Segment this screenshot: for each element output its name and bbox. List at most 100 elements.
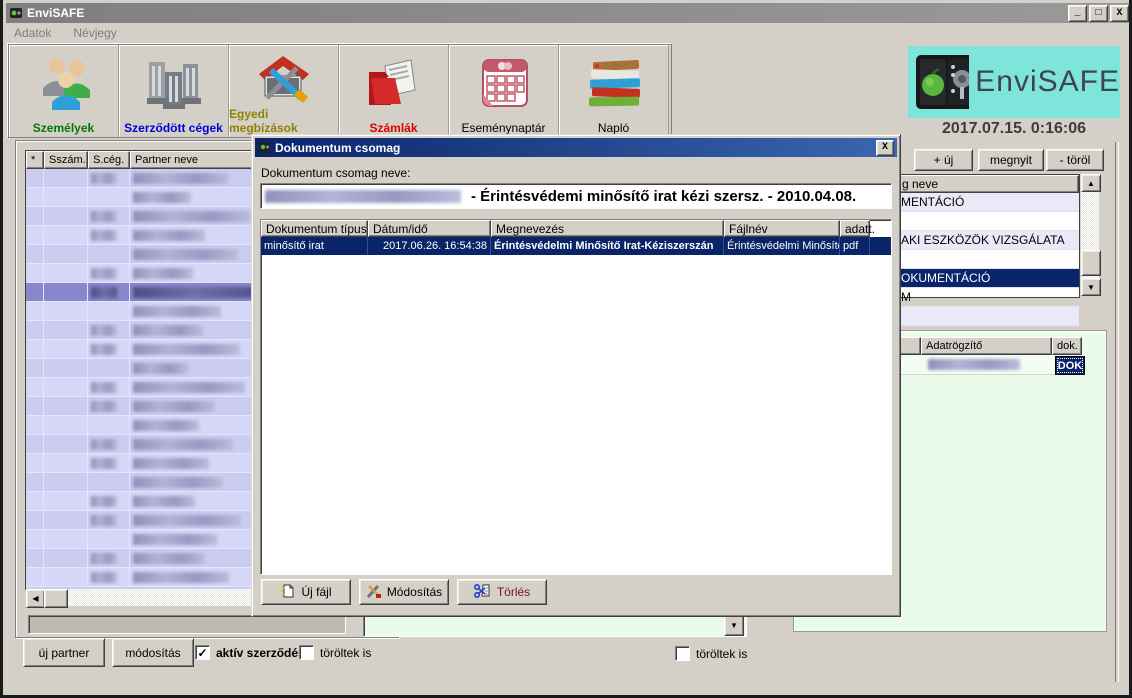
dialog-col-header[interactable]: Dátum/idő xyxy=(368,220,491,237)
toolbar-button-invoices-folder[interactable]: Számlák xyxy=(339,45,449,137)
dialog-col-header[interactable]: Dokumentum típus xyxy=(261,220,368,237)
scroll-left-arrow-icon[interactable]: ◀ xyxy=(26,589,45,608)
cell xyxy=(88,549,130,568)
package-name-field[interactable]: - Érintésvédemi minősítő irat kézi szers… xyxy=(260,183,892,209)
dialog-safe-icon xyxy=(258,141,271,154)
package-list-vscrollbar[interactable]: ▲ ▼ xyxy=(1081,174,1099,296)
cell xyxy=(88,207,130,226)
new-package-button[interactable]: + új xyxy=(914,149,973,171)
redacted-text xyxy=(133,325,203,336)
app-safe-icon xyxy=(9,6,23,20)
redacted-text xyxy=(91,382,117,393)
right-edge-groove xyxy=(1115,142,1119,682)
toolbar-button-house-tools[interactable]: Egyedi megbízások xyxy=(229,45,339,137)
cell xyxy=(44,359,88,378)
dialog-file-table[interactable]: Dokumentum típusDátum/időMegnevezésFájln… xyxy=(260,219,892,575)
redacted-text xyxy=(133,572,229,583)
partners-col-header[interactable]: Sszám. xyxy=(44,151,88,169)
dialog-buttons: Új fájl Módosítás Törlés xyxy=(261,579,547,605)
cell xyxy=(88,359,130,378)
toolbar-button-buildings[interactable]: Szerződött cégek xyxy=(119,45,229,137)
redacted-text xyxy=(91,211,117,222)
dialog-col-header[interactable]: adatt. xyxy=(840,220,870,237)
cell xyxy=(26,473,44,492)
dialog-col-header[interactable]: Megnevezés xyxy=(491,220,724,237)
cell xyxy=(26,188,44,207)
combobox-dropdown-arrow-icon[interactable]: ▼ xyxy=(724,615,744,636)
deleted-too-left-checkbox[interactable]: töröltek is xyxy=(299,645,371,660)
button-label: Törlés xyxy=(497,585,530,599)
redacted-text xyxy=(91,572,117,583)
cell xyxy=(88,169,130,188)
menu-nevjegy[interactable]: Névjegy xyxy=(73,26,116,40)
cell xyxy=(26,454,44,473)
vscroll-thumb[interactable] xyxy=(1081,250,1101,276)
cell xyxy=(26,169,44,188)
window-titlebar[interactable]: EnviSAFE _ □ X xyxy=(6,3,1132,23)
modify-partner-button[interactable]: módosítás xyxy=(112,638,194,667)
redacted-text xyxy=(133,173,229,184)
hscroll-thumb[interactable] xyxy=(44,589,68,608)
cell xyxy=(88,435,130,454)
safe-logo-icon xyxy=(914,51,969,113)
dialog-table-header: Dokumentum típusDátum/időMegnevezésFájln… xyxy=(261,220,891,237)
calendar-icon xyxy=(475,45,533,121)
dialog-col-header[interactable]: Fájlnév xyxy=(724,220,840,237)
cell xyxy=(44,226,88,245)
menu-adatok[interactable]: Adatok xyxy=(14,26,51,40)
partners-col-header[interactable]: * xyxy=(26,151,44,169)
cell xyxy=(88,530,130,549)
cell: 2017.06.26. 16:54:38 xyxy=(368,237,491,255)
active-contract-checkbox[interactable]: ✓ aktív szerződés xyxy=(195,645,305,660)
toolbar-button-people[interactable]: Személyek xyxy=(9,45,119,137)
cell xyxy=(88,511,130,530)
doc-table-header-adatrogzito: Adatrögzítő xyxy=(921,337,1052,355)
redacted-text xyxy=(133,192,191,203)
cell xyxy=(26,264,44,283)
redacted-text xyxy=(133,477,223,488)
cell xyxy=(26,416,44,435)
dialog-file-row[interactable]: minősítő irat2017.06.26. 16:54:38Érintés… xyxy=(261,237,891,255)
törlés-button[interactable]: Törlés xyxy=(457,579,547,605)
cell: Érintésvédelmi Minősítő Irat-Kéziszerszá… xyxy=(491,237,724,255)
house-tools-icon xyxy=(253,45,315,107)
módosítás-button[interactable]: Módosítás xyxy=(359,579,449,605)
redacted-text xyxy=(91,325,117,336)
dialog-table-body[interactable]: minősítő irat2017.06.26. 16:54:38Érintés… xyxy=(261,237,891,255)
minimize-button[interactable]: _ xyxy=(1068,5,1087,22)
dialog-close-button[interactable]: X xyxy=(876,140,894,156)
close-button[interactable]: X xyxy=(1110,5,1129,22)
cell xyxy=(44,530,88,549)
new-partner-button[interactable]: új partner xyxy=(23,638,105,667)
cell xyxy=(44,454,88,473)
dialog-titlebar[interactable]: Dokumentum csomag X xyxy=(255,138,897,157)
deleted-too-middle-checkbox[interactable]: töröltek is xyxy=(675,646,747,661)
redacted-text xyxy=(91,344,117,355)
scroll-up-arrow-icon[interactable]: ▲ xyxy=(1081,174,1101,192)
dialog-title: Dokumentum csomag xyxy=(275,141,874,155)
open-package-button[interactable]: megnyit xyxy=(978,149,1044,171)
redacted-text xyxy=(133,496,195,507)
partners-col-header[interactable]: S.cég. xyxy=(88,151,130,169)
checkbox-unchecked-icon[interactable] xyxy=(675,646,690,661)
cell xyxy=(88,473,130,492)
people-icon xyxy=(33,45,95,121)
scroll-down-arrow-icon[interactable]: ▼ xyxy=(1081,278,1101,296)
új-fájl-button[interactable]: Új fájl xyxy=(261,579,351,605)
redacted-text xyxy=(133,249,238,260)
maximize-button[interactable]: □ xyxy=(1089,5,1108,22)
checkbox-checked-icon[interactable]: ✓ xyxy=(195,645,210,660)
redacted-text xyxy=(91,458,117,469)
cell xyxy=(44,321,88,340)
envisafe-logo: EnviSAFE xyxy=(908,46,1120,118)
cell xyxy=(26,207,44,226)
dok-button[interactable]: DOK xyxy=(1055,356,1085,375)
cell xyxy=(26,511,44,530)
delete-package-button[interactable]: - töröl xyxy=(1046,149,1104,171)
toolbar-button-books[interactable]: Napló xyxy=(559,45,669,137)
toolbar-button-calendar[interactable]: Eseménynaptár xyxy=(449,45,559,137)
toolbar-label: Személyek xyxy=(33,121,94,135)
cell xyxy=(88,340,130,359)
checkbox-unchecked-icon[interactable] xyxy=(299,645,314,660)
envisafe-window: EnviSAFE _ □ X Adatok Névjegy Személyek S… xyxy=(0,0,1132,698)
